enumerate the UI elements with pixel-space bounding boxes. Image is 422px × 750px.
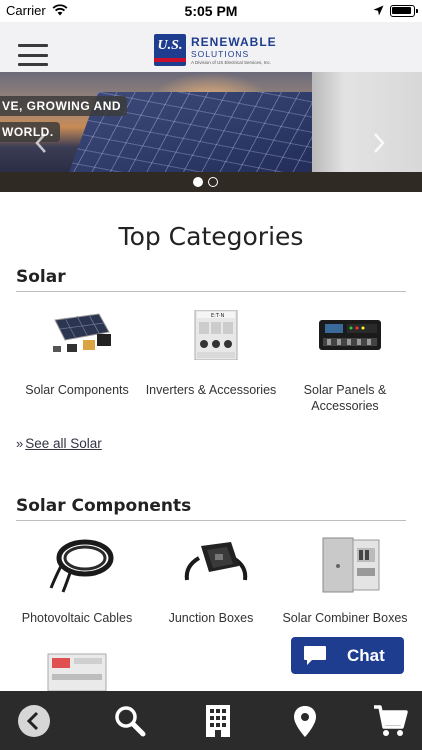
chevron-left-icon[interactable] (34, 132, 48, 154)
solar-kit-image (53, 313, 111, 352)
battery-icon (390, 5, 418, 17)
status-bar: Carrier 5:05 PM (0, 0, 422, 22)
double-chevron-right-icon: » (16, 436, 24, 451)
search-icon (115, 706, 146, 737)
carousel-indicator (0, 172, 422, 192)
bottom-nav (0, 691, 422, 750)
app-header: U.S. RENEWABLE SOLUTIONS A Division of U… (0, 22, 422, 72)
building-icon (206, 705, 230, 737)
svg-text:E:T·N: E:T·N (211, 313, 224, 319)
page-title: Top Categories (118, 222, 304, 251)
back-button[interactable] (16, 703, 52, 739)
category-label: Inverters & Accessories (145, 383, 277, 397)
carousel-dot-active[interactable] (193, 177, 203, 187)
branches-button[interactable] (200, 703, 236, 739)
section-title-solar: Solar (16, 267, 66, 287)
cart-button[interactable] (372, 703, 408, 739)
chat-label: Chat (347, 646, 385, 665)
cable-coil-image (49, 539, 114, 593)
menu-icon[interactable] (18, 44, 48, 66)
next-slide-preview (312, 72, 422, 172)
charge-controller-image (319, 320, 381, 350)
category-label: Junction Boxes (168, 611, 254, 625)
category-label: Solar Components (25, 383, 129, 397)
search-button[interactable] (112, 703, 148, 739)
chevron-right-icon[interactable] (372, 132, 386, 154)
banner-caption-line1: VE, GROWING AND (0, 96, 128, 116)
section-divider (16, 520, 406, 521)
location-pin-icon (294, 706, 316, 737)
combiner-box-image (322, 537, 380, 593)
logo-title: RENEWABLE (191, 35, 277, 49)
banner-caption-line2: WORLD. (0, 122, 60, 142)
category-label: Solar Panels & Accessories (303, 383, 387, 413)
location-arrow-icon (373, 5, 384, 16)
logo-tagline: A Division of US Electrical Services, In… (191, 60, 272, 65)
category-label: Photovoltaic Cables (21, 611, 133, 625)
junction-box-image (184, 542, 248, 581)
chat-bubble-icon (304, 646, 326, 665)
chat-button[interactable]: Chat (291, 637, 404, 674)
logo-badge: U.S. (154, 34, 186, 66)
category-partial-image[interactable] (44, 646, 110, 691)
logo-subtitle: SOLUTIONS (191, 49, 250, 59)
locations-button[interactable] (287, 703, 323, 739)
inverter-image: E:T·N (194, 310, 238, 360)
section-title-solar-components: Solar Components (16, 496, 192, 516)
status-time: 5:05 PM (184, 3, 238, 19)
category-label: Solar Combiner Boxes (282, 611, 408, 625)
brand-logo[interactable]: U.S. RENEWABLE SOLUTIONS A Division of U… (154, 34, 276, 68)
section-divider (16, 291, 406, 292)
carousel-dot[interactable] (208, 177, 218, 187)
back-icon (26, 711, 39, 731)
see-all-solar-link[interactable]: » See all Solar (16, 436, 102, 451)
cart-icon (374, 705, 408, 736)
hero-banner[interactable]: VE, GROWING AND WORLD. (0, 72, 422, 172)
